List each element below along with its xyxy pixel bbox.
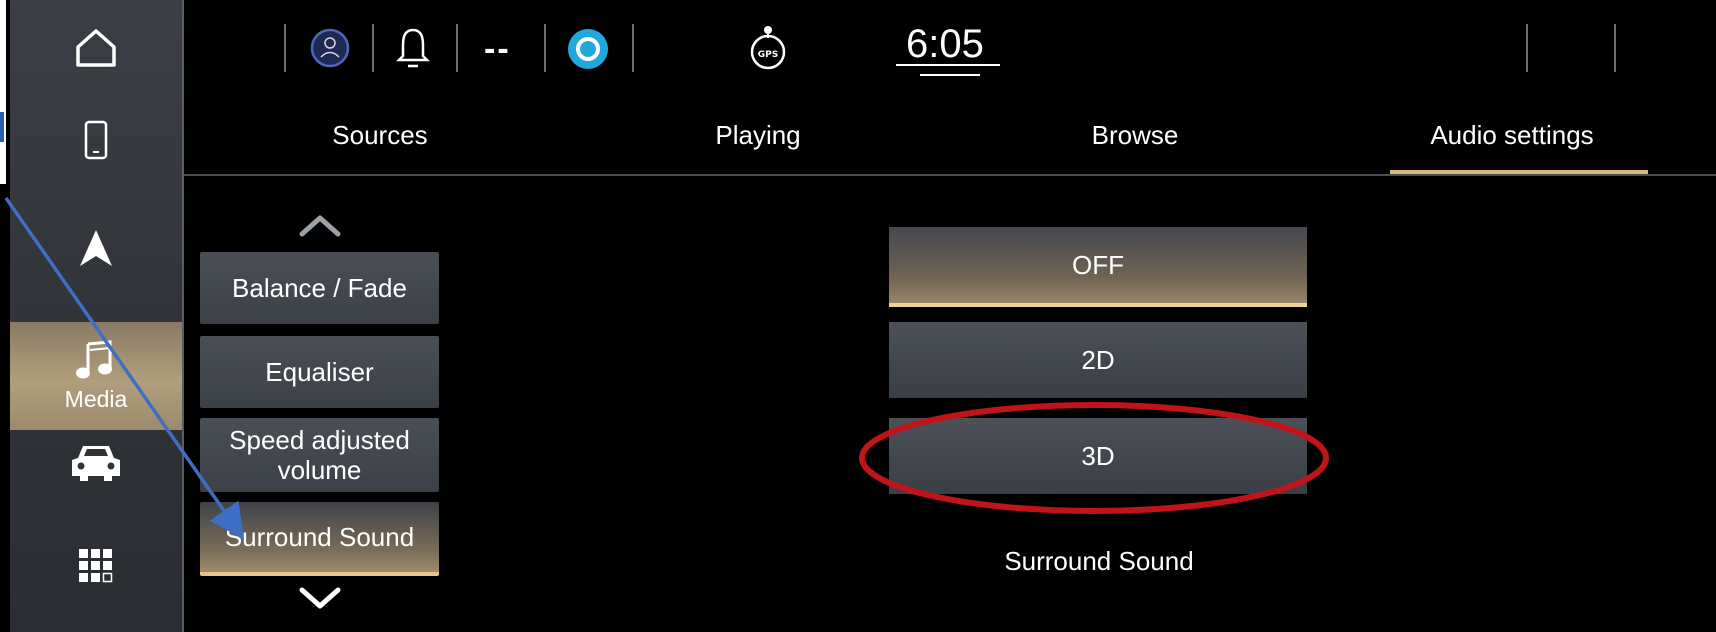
option-off-button[interactable]: OFF: [889, 227, 1307, 307]
infotainment-screen: Media -- GPS 6:05 Sources Playing Browse…: [0, 0, 1716, 632]
sidebar-item-vehicle[interactable]: [10, 432, 182, 492]
navigation-icon: [80, 230, 112, 266]
menu-item-speed-adjusted-volume[interactable]: Speed adjusted volume: [200, 418, 439, 492]
status-divider: [1614, 24, 1616, 72]
status-divider: [1526, 24, 1528, 72]
svg-text:GPS: GPS: [758, 50, 778, 60]
status-divider: [632, 24, 634, 72]
music-note-icon: [76, 339, 112, 378]
status-divider: [372, 24, 374, 72]
bell-icon[interactable]: [395, 26, 431, 70]
clock-underline: [920, 74, 980, 76]
annotation-callout-edge: [0, 112, 4, 142]
scroll-down-icon[interactable]: [298, 586, 342, 612]
option-caption: Surround Sound: [1004, 546, 1194, 576]
sidebar: Media: [10, 0, 184, 632]
status-divider: [284, 24, 286, 72]
menu-item-surround-sound[interactable]: Surround Sound: [200, 502, 439, 576]
tab-audio-settings[interactable]: Audio settings: [1362, 120, 1662, 151]
option-2d-button[interactable]: 2D: [889, 322, 1307, 398]
active-tab-indicator: [1390, 170, 1648, 174]
annotation-callout-box: [0, 0, 8, 186]
driver-profile-icon[interactable]: [310, 28, 350, 68]
status-divider: [544, 24, 546, 72]
home-icon: [76, 29, 116, 67]
car-icon: [72, 446, 120, 481]
status-divider: [456, 24, 458, 72]
sidebar-item-media[interactable]: Media: [10, 322, 182, 430]
apps-grid-icon: [79, 549, 113, 583]
gps-icon: GPS: [750, 26, 786, 70]
phone-icon: [84, 120, 108, 160]
sidebar-item-navigation[interactable]: [10, 200, 182, 296]
clock-time: 6:05: [906, 22, 984, 66]
option-3d-button[interactable]: 3D: [889, 418, 1307, 494]
clock-underline: [896, 64, 1000, 66]
menu-item-balance-fade[interactable]: Balance / Fade: [200, 252, 439, 324]
tab-sources[interactable]: Sources: [230, 120, 530, 151]
sidebar-item-phone[interactable]: [10, 100, 182, 180]
scroll-up-icon[interactable]: [298, 212, 342, 238]
sidebar-item-label: Media: [64, 385, 128, 412]
alexa-icon[interactable]: [567, 28, 609, 70]
sidebar-item-apps[interactable]: [10, 534, 182, 598]
tab-playing[interactable]: Playing: [608, 120, 908, 151]
tab-bar: Sources Playing Browse Audio settings: [184, 106, 1716, 176]
sidebar-item-home[interactable]: [10, 8, 182, 88]
signal-indicator: --: [484, 30, 511, 68]
menu-item-equaliser[interactable]: Equaliser: [200, 336, 439, 408]
status-bar: -- GPS 6:05: [184, 0, 1716, 96]
tab-browse[interactable]: Browse: [985, 120, 1285, 151]
